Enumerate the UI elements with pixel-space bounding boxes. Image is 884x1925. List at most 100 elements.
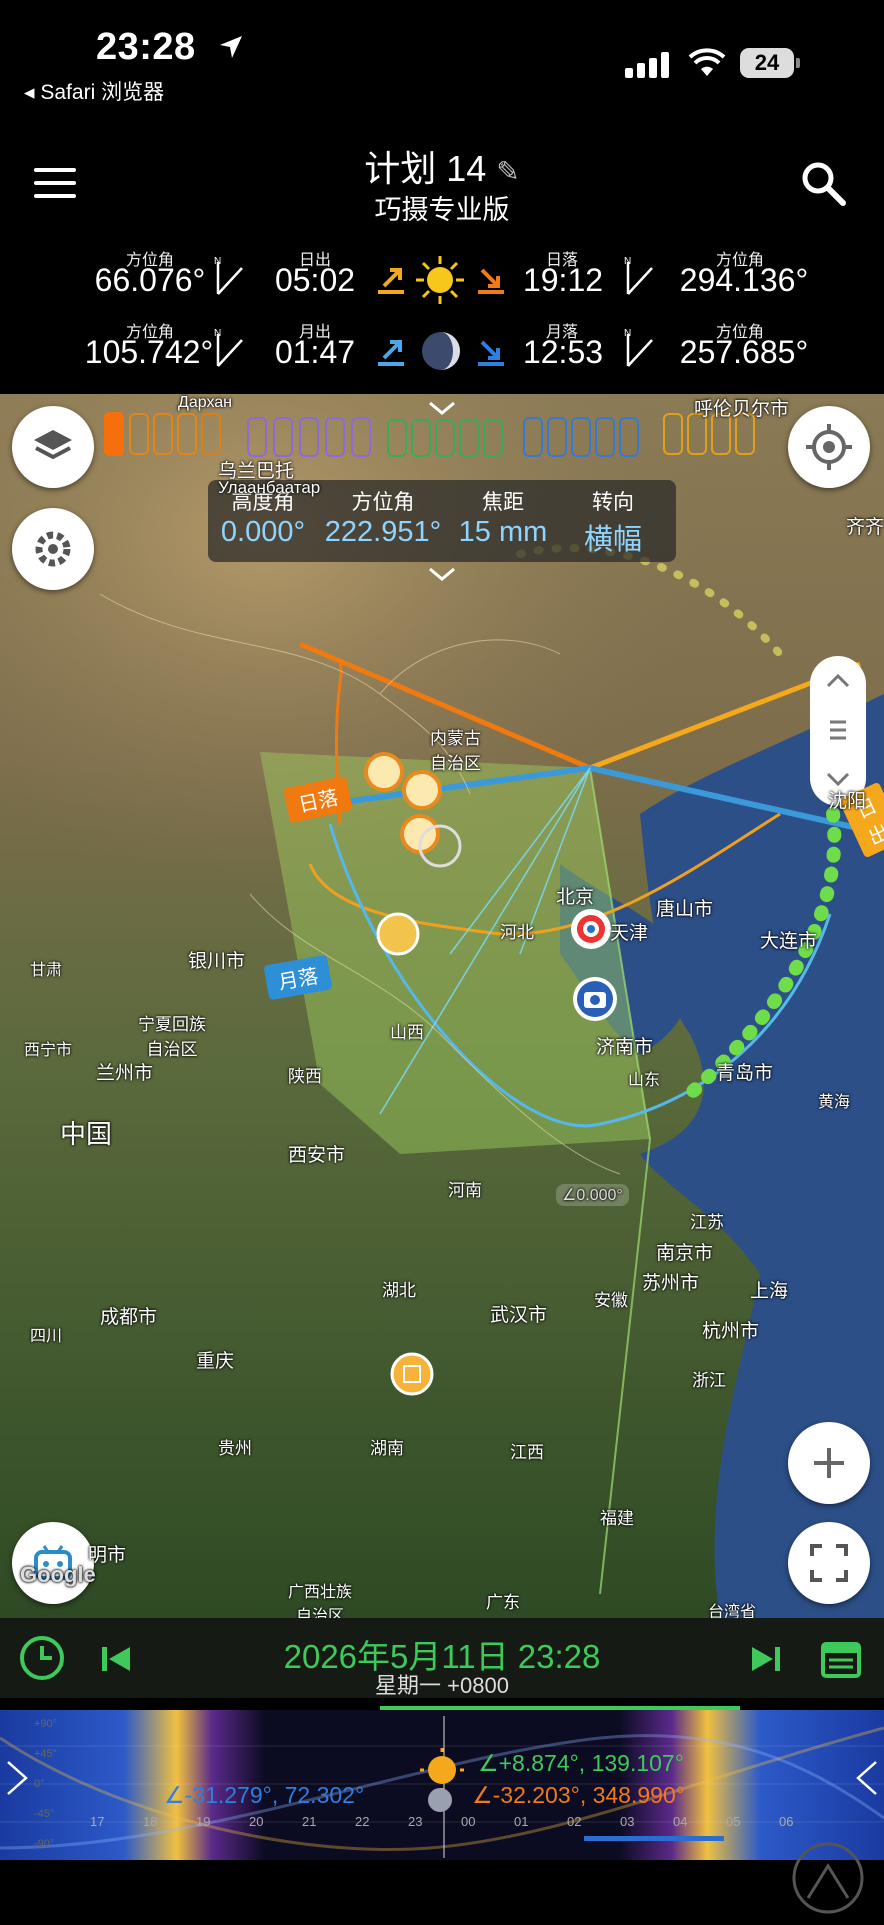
hour-tick-label: 22 <box>355 1814 370 1829</box>
compass-north-icon: N <box>214 256 243 295</box>
map-label: 沈阳 <box>828 791 867 812</box>
map-label: 武汉市 <box>490 1305 548 1326</box>
sun-icon <box>416 256 464 304</box>
status-bar: 23:28 ◂ Safari 浏览器 24 <box>0 0 884 120</box>
map-label: 广东 <box>486 1593 520 1612</box>
locate-me-button[interactable] <box>788 406 870 488</box>
map-label: 青岛市 <box>716 1063 774 1084</box>
settings-button[interactable] <box>12 508 94 590</box>
hour-color-strip[interactable] <box>104 412 784 460</box>
svg-text:N: N <box>624 256 631 267</box>
hour-tick-label: 18 <box>143 1814 158 1829</box>
compass-north-icon: N <box>624 328 653 367</box>
moon-phase-icon <box>422 332 460 370</box>
hour-tick-label: 20 <box>249 1814 264 1829</box>
map-label: 江苏 <box>690 1213 724 1232</box>
moonrise-time: 01:47 <box>274 334 356 370</box>
map-label: 湖南 <box>370 1439 404 1458</box>
hour-axis: 17 18 19 20 21 22 23 00 01 02 03 04 05 06 <box>0 1814 884 1834</box>
hour-tick-label: 06 <box>779 1814 794 1829</box>
map-label: Улаанбаатар <box>218 478 321 497</box>
map-label: 兰州市 <box>96 1063 154 1084</box>
moonrise-azimuth: 105.742° <box>84 334 214 370</box>
plan-title[interactable]: 计划 14 ✎ <box>0 140 884 192</box>
google-logo: Google <box>20 1562 96 1587</box>
map-label: 内蒙古 自治区 <box>430 729 481 773</box>
svg-text:N: N <box>624 328 631 339</box>
map-label: 北京 <box>556 887 595 908</box>
moonset-time: 12:53 <box>522 334 604 370</box>
ring-elevation-label: ∠0.000° <box>556 1184 629 1206</box>
compass-north-icon: N <box>214 328 243 367</box>
map-label: 呼伦贝尔市 <box>694 399 790 420</box>
expand-chevron-icon[interactable] <box>428 566 456 582</box>
map-label: 黄海 <box>818 1094 851 1111</box>
slider-handle-icon <box>826 673 850 787</box>
edit-pencil-icon[interactable]: ✎ <box>496 156 519 187</box>
map-label: 河北 <box>500 923 534 942</box>
sunset-time: 19:12 <box>522 262 604 298</box>
back-to-safari-link[interactable]: ◂ Safari 浏览器 <box>24 76 164 106</box>
sunrise-time: 05:02 <box>274 262 356 298</box>
map-label: 杭州市 <box>702 1321 760 1342</box>
map-label: 南京市 <box>656 1243 714 1264</box>
map-label: 苏州市 <box>642 1273 700 1294</box>
hour-tick-label: 01 <box>514 1814 529 1829</box>
map-label: 齐齐 <box>846 517 884 538</box>
layers-button[interactable] <box>12 406 94 488</box>
calendar-icon[interactable] <box>820 1636 862 1680</box>
map-label: 湖北 <box>382 1281 416 1300</box>
azimuth-value: 222.951° <box>324 516 442 548</box>
map-label: 广西壮族 自治区 <box>288 1584 353 1618</box>
sky-timeline[interactable]: 17 18 19 20 21 22 23 00 01 02 03 04 05 06 +90° +45° 0° -… <box>0 1698 884 1920</box>
crosshair-icon <box>806 424 852 470</box>
orientation-caption: 转向 <box>592 491 634 514</box>
map-label: 银川市 <box>188 951 246 972</box>
elevation-value: 0.000° <box>220 516 306 548</box>
layers-icon <box>34 430 72 460</box>
location-arrow-icon <box>220 36 242 58</box>
orientation-value: 横幅 <box>583 524 642 556</box>
hour-tick-label: 23 <box>408 1814 423 1829</box>
search-icon[interactable] <box>800 160 846 206</box>
moonrise-arrow-icon <box>378 340 404 366</box>
moon-position-readout: ∠-31.279°, 72.302° <box>164 1782 365 1808</box>
map-label: 江西 <box>510 1443 544 1462</box>
hour-tick-label: 03 <box>620 1814 635 1829</box>
map-label: 重庆 <box>196 1351 235 1372</box>
moon-azimuth-readout: ∠-32.203°, 348.990° <box>472 1782 685 1808</box>
collapse-chevron-icon[interactable] <box>428 400 456 416</box>
map-label: 上海 <box>750 1281 789 1302</box>
sunrise-arrow-icon <box>378 268 404 294</box>
svg-text:N: N <box>214 328 221 339</box>
map-label: Дархан <box>178 394 233 411</box>
map-label: 唐山市 <box>656 899 714 920</box>
map-label: 河南 <box>448 1181 482 1200</box>
map-label: 天津 <box>610 923 649 944</box>
battery-level: 24 <box>740 48 800 78</box>
svg-text:N: N <box>214 256 221 267</box>
satellite-map[interactable]: 高度角 方位角 焦距 转向 0.000° 222.951° 15 mm 横幅 日… <box>0 394 884 1618</box>
sunset-arrow-icon <box>478 268 504 294</box>
target-pin-icon[interactable] <box>568 906 614 952</box>
focal-length-value: 15 mm <box>458 516 548 548</box>
app-subtitle: 巧摄专业版 <box>374 195 510 225</box>
cellular-signal-icon <box>625 52 669 78</box>
map-label: 贵州 <box>218 1439 252 1458</box>
camera-pin-icon[interactable] <box>570 974 620 1024</box>
map-label: 山东 <box>628 1072 661 1089</box>
sunset-azimuth: 294.136° <box>679 262 809 298</box>
map-label: 济南市 <box>596 1037 654 1058</box>
zoom-slider[interactable] <box>810 656 866 806</box>
map-label: 西宁市 <box>24 1042 73 1059</box>
zoom-in-button[interactable] <box>788 1422 870 1504</box>
altitude-scale-left: +90° +45° 0° -45° -90° <box>34 1718 94 1850</box>
skip-forward-icon[interactable] <box>748 1644 784 1674</box>
map-label: 台湾省 <box>708 1604 757 1618</box>
map-label: 福建 <box>600 1509 634 1528</box>
hour-tick-label: 00 <box>461 1814 476 1829</box>
fullscreen-button[interactable] <box>788 1522 870 1604</box>
altitude-tick-label: +90° <box>34 1718 58 1730</box>
gear-icon <box>35 531 71 567</box>
altitude-tick-label: 0° <box>34 1778 45 1790</box>
